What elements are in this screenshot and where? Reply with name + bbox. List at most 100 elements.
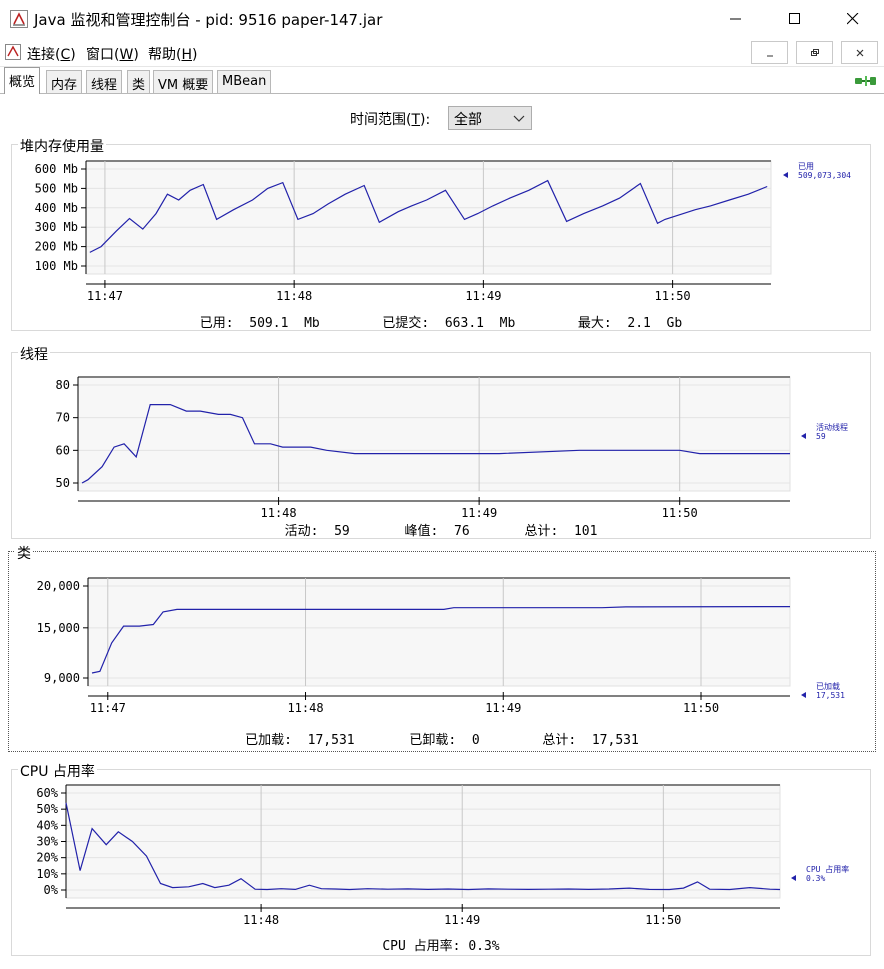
y-tick-label: 9,000 — [44, 671, 80, 685]
menu-help[interactable]: 帮助(H) — [148, 44, 197, 64]
x-tick-label: 11:49 — [444, 913, 480, 927]
y-tick-label: 50 — [56, 476, 70, 490]
y-tick-label: 500 Mb — [35, 181, 78, 195]
y-tick-label: 20% — [36, 851, 58, 865]
threads-live-stat: 活动: 59 — [284, 524, 350, 539]
x-tick-label: 11:50 — [645, 913, 681, 927]
legend-name: 活动线程 — [816, 422, 848, 432]
classes-chart: 9,000 15,000 20,000 11:47 11:48 11:49 11:50 已加载… — [37, 577, 845, 715]
frame-close-button[interactable] — [841, 41, 878, 64]
x-tick-label: 11:48 — [276, 289, 312, 303]
tab-threads[interactable]: 线程 — [86, 70, 123, 93]
tab-mbean[interactable]: MBean — [217, 70, 272, 93]
classes-unloaded-stat: 已卸载: 0 — [409, 733, 480, 748]
threads-peak-stat: 峰值: 76 — [404, 524, 470, 539]
y-tick-label: 400 Mb — [35, 201, 78, 215]
y-tick-label: 80 — [56, 378, 70, 392]
heap-committed-stat: 已提交: 663.1 Mb — [382, 316, 516, 331]
restore-icon — [810, 48, 819, 56]
overview-content: 时间范围(T): 全部 堆内存使用量 100 Mb 200 Mb 300 Mb 400… — [0, 94, 884, 969]
legend-value: 59 — [816, 432, 826, 441]
cpu-usage-stat: CPU 占用率: 0.3% — [382, 939, 500, 954]
legend-marker-icon — [801, 433, 806, 439]
maximize-button[interactable] — [766, 0, 824, 38]
plot-area — [85, 160, 772, 275]
legend-marker-icon — [783, 172, 788, 178]
chevron-down-icon — [513, 115, 525, 122]
window-title: Java 监视和管理控制台 - pid: 9516 paper-147.jar — [34, 11, 383, 29]
time-range-select[interactable]: 全部 — [448, 106, 532, 130]
x-tick-label: 11:48 — [243, 913, 279, 927]
connection-status-icon — [855, 76, 876, 86]
x-tick-label: 11:50 — [683, 701, 719, 715]
x-tick-label: 11:48 — [287, 701, 323, 715]
cpu-usage-panel: CPU 占用率 0% 10% 20% 30% 40% 50% 60% 11:48 11:49 11… — [11, 761, 871, 956]
legend-name: 已加载 — [816, 681, 840, 691]
y-tick-label: 100 Mb — [35, 259, 78, 273]
classes-loaded-stat: 已加载: 17,531 — [245, 733, 355, 748]
frame-minimize-button[interactable] — [751, 41, 788, 64]
time-range-row: 时间范围(T): 全部 — [0, 106, 884, 132]
y-tick-label: 0% — [44, 883, 59, 897]
y-tick-label: 10% — [36, 867, 58, 881]
close-window-button[interactable] — [824, 0, 882, 38]
classes-total-stat: 总计: 17,531 — [542, 733, 639, 748]
time-range-value: 全部 — [454, 112, 482, 128]
threads-panel: 线程 50 60 70 80 11:48 11:49 11:50 活动线程 59 活动: 59 … — [11, 344, 871, 539]
tab-strip: 概览 内存 线程 类 VM 概要 MBean — [0, 67, 884, 94]
heap-chart: 100 Mb 200 Mb 300 Mb 400 Mb 500 Mb 600 Mb 11:4… — [35, 160, 851, 303]
x-tick-label: 11:47 — [87, 289, 123, 303]
internal-frame-icon — [5, 44, 21, 60]
java-app-icon — [10, 10, 28, 28]
tab-classes[interactable]: 类 — [127, 70, 151, 93]
x-tick-label: 11:47 — [90, 701, 126, 715]
legend-name: CPU 占用率 — [806, 864, 849, 874]
classes-stats: 已加载: 17,531 已卸载: 0 总计: 17,531 — [9, 729, 875, 748]
y-tick-label: 15,000 — [37, 621, 80, 635]
threads-chart: 50 60 70 80 11:48 11:49 11:50 活动线程59 — [56, 376, 848, 520]
classes-panel: 类 9,000 15,000 20,000 11:47 11:48 11:49 11:50 已… — [8, 543, 876, 752]
tab-overview[interactable]: 概览 — [4, 67, 41, 94]
tab-memory[interactable]: 内存 — [46, 70, 83, 93]
threads-stats: 活动: 59 峰值: 76 总计: 101 — [12, 520, 870, 539]
time-range-label: 时间范围(T): — [350, 112, 431, 128]
frame-restore-button[interactable] — [796, 41, 833, 64]
x-tick-label: 11:49 — [465, 289, 501, 303]
y-tick-label: 300 Mb — [35, 220, 78, 234]
plot-area — [87, 577, 791, 687]
y-tick-label: 60% — [36, 786, 58, 800]
close-icon — [856, 49, 863, 56]
cpu-chart: 0% 10% 20% 30% 40% 50% 60% 11:48 11:49 11:50 CPU 占… — [36, 784, 849, 927]
legend-value: 17,531 — [816, 691, 845, 700]
menu-window[interactable]: 窗口(W) — [86, 44, 139, 64]
legend-value: 509,073,304 — [798, 171, 851, 180]
y-tick-label: 40% — [36, 818, 58, 832]
x-tick-label: 11:48 — [261, 506, 297, 520]
y-tick-label: 600 Mb — [35, 162, 78, 176]
legend-name: 已用 — [798, 162, 814, 171]
close-icon — [847, 13, 859, 25]
menu-connection[interactable]: 连接(C) — [27, 44, 76, 64]
threads-total-stat: 总计: 101 — [524, 524, 598, 539]
cpu-stats: CPU 占用率: 0.3% — [12, 935, 870, 954]
y-tick-label: 70 — [56, 411, 70, 425]
legend-marker-icon — [801, 692, 806, 698]
minimize-icon — [730, 18, 741, 20]
tab-vm-summary[interactable]: VM 概要 — [153, 70, 214, 93]
x-tick-label: 11:49 — [461, 506, 497, 520]
title-bar: Java 监视和管理控制台 - pid: 9516 paper-147.jar — [0, 0, 884, 38]
heap-memory-panel: 堆内存使用量 100 Mb 200 Mb 300 Mb 400 Mb 500 Mb 600… — [11, 136, 871, 331]
minimize-button[interactable] — [707, 0, 765, 38]
legend-marker-icon — [791, 875, 796, 881]
plot-area — [77, 376, 791, 492]
legend-value: 0.3% — [806, 874, 825, 883]
y-tick-label: 200 Mb — [35, 240, 78, 254]
x-tick-label: 11:50 — [662, 506, 698, 520]
maximize-icon — [789, 13, 800, 24]
x-tick-label: 11:49 — [485, 701, 521, 715]
y-tick-label: 60 — [56, 443, 70, 457]
minimize-icon — [766, 55, 773, 56]
heap-used-stat: 已用: 509.1 Mb — [199, 316, 320, 331]
heap-stats: 已用: 509.1 Mb 已提交: 663.1 Mb 最大: 2.1 Gb — [12, 312, 870, 331]
heap-max-stat: 最大: 2.1 Gb — [577, 316, 683, 331]
